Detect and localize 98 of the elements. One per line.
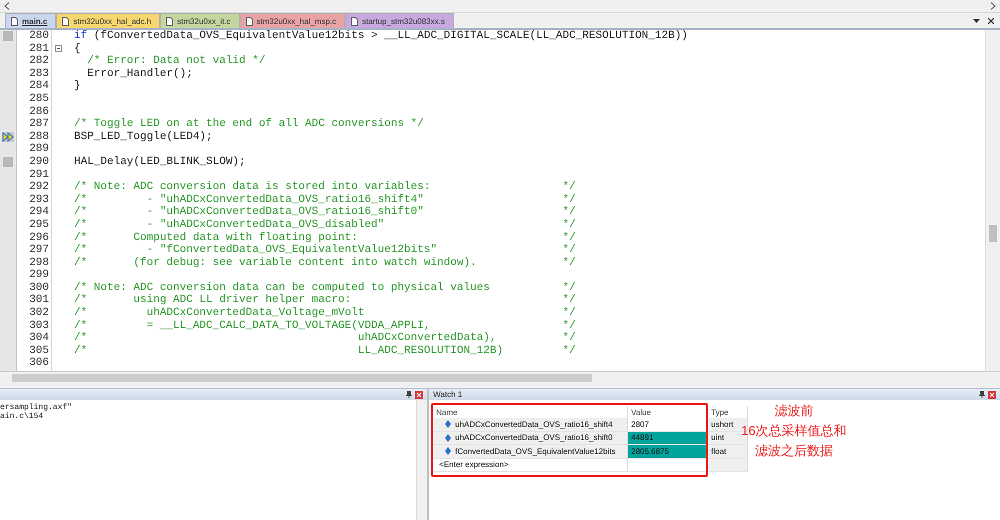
line-number: 280 bbox=[28, 30, 49, 43]
code-comment: /* - "fConvertedData_OVS_EquivalentValue12bits" bbox=[74, 244, 438, 257]
panel-title: Watch 1 bbox=[433, 390, 462, 399]
line-number: 302 bbox=[28, 307, 49, 320]
table-cell bbox=[708, 458, 748, 472]
code-comment: /* Error: Data not valid */ bbox=[86, 55, 266, 68]
line-number: 303 bbox=[28, 320, 49, 332]
annotation-text: 滤波之后数据 bbox=[754, 443, 833, 458]
code-line: { bbox=[74, 42, 81, 56]
bookmark-marker-icon bbox=[3, 157, 13, 168]
code-comment: /* - "uhADCxConvertedData_OVS_ratio16_shift4" bbox=[74, 194, 425, 206]
line-number: 286 bbox=[28, 106, 49, 118]
line-number: 305 bbox=[28, 344, 49, 358]
bookmark-marker-icon bbox=[3, 31, 13, 42]
line-number: 289 bbox=[28, 143, 49, 156]
comment-end: */ bbox=[562, 206, 576, 219]
line-number: 304 bbox=[28, 332, 49, 345]
dropdown-icon[interactable] bbox=[973, 19, 980, 23]
comment-end: */ bbox=[562, 307, 576, 320]
line-number: 285 bbox=[28, 92, 49, 106]
comment-end: */ bbox=[562, 194, 576, 206]
code-comment: /* using ADC LL driver helper macro: bbox=[74, 294, 352, 307]
file-icon bbox=[246, 16, 253, 26]
code-comment: /* uhADCxConvertedData_Voltage_mVolt bbox=[74, 307, 366, 320]
line-number: 284 bbox=[28, 80, 49, 93]
code-comment: /* Computed data with floating point: bbox=[74, 232, 359, 244]
code-comment: /* uhADCxConvertedData), bbox=[74, 332, 498, 345]
line-number: 306 bbox=[28, 357, 49, 370]
line-number: 291 bbox=[28, 168, 49, 182]
line-number: 282 bbox=[28, 55, 49, 68]
code-keyword: if bbox=[74, 30, 88, 42]
comment-end: */ bbox=[562, 218, 576, 232]
scroll-left-icon[interactable] bbox=[4, 2, 10, 10]
comment-end: */ bbox=[562, 344, 576, 358]
file-tab[interactable]: stm32u0xx_hal_adc.h bbox=[56, 13, 160, 28]
line-number: 301 bbox=[28, 294, 49, 308]
comment-end: */ bbox=[562, 332, 576, 345]
code-comment: /* Note: ADC conversion data is stored into variables: bbox=[74, 181, 432, 194]
table-cell: uhADCxConvertedData_OVS_ratio16_shift0 bbox=[433, 432, 628, 445]
output-line: ain.c\154 bbox=[0, 412, 44, 421]
file-icon bbox=[62, 16, 70, 26]
line-number: 290 bbox=[28, 156, 49, 169]
line-number: 295 bbox=[28, 218, 49, 232]
file-tab[interactable]: startup_stm32u083xx.s bbox=[345, 13, 454, 28]
horizontal-scrollbar[interactable] bbox=[0, 371, 1000, 384]
comment-end: */ bbox=[562, 256, 576, 270]
code-line: Error_Handler(); bbox=[86, 68, 193, 80]
table-cell: 2807 bbox=[628, 418, 708, 432]
line-number: 292 bbox=[28, 181, 49, 194]
file-tab[interactable]: stm32u0xx_hal_msp.c bbox=[240, 13, 346, 28]
table-cell: float bbox=[708, 445, 748, 458]
file-icon bbox=[11, 16, 18, 26]
code-comment: /* = __LL_ADC_CALC_DATA_TO_VOLTAGE(VDDA_APPLI, bbox=[74, 320, 432, 332]
line-number: 294 bbox=[28, 206, 49, 219]
line-number: 299 bbox=[28, 269, 49, 282]
code-comment: /* - "uhADCxConvertedData_OVS_ratio16_shift0" bbox=[74, 206, 425, 219]
vertical-scrollbar[interactable] bbox=[416, 400, 428, 520]
table-cell: 2805.6875 bbox=[628, 445, 708, 458]
comment-end: */ bbox=[562, 282, 576, 294]
code-comment: /* (for debug: see variable content into watch window). bbox=[74, 256, 478, 270]
file-tab[interactable]: stm32u0xx_it.c bbox=[160, 13, 240, 28]
code-line: HAL_Delay(LED_BLINK_SLOW); bbox=[74, 156, 246, 169]
scroll-right-icon[interactable] bbox=[990, 2, 996, 10]
table-cell: fConvertedData_OVS_EquivalentValue12bits bbox=[433, 445, 628, 458]
line-number: 298 bbox=[28, 256, 49, 270]
line-number: 281 bbox=[28, 42, 49, 56]
code-comment: /* Note: ADC conversion data can be computed to physical values bbox=[74, 282, 491, 294]
file-icon bbox=[166, 16, 174, 26]
file-icon bbox=[351, 16, 358, 26]
line-number: 288 bbox=[28, 130, 49, 144]
output-line: ersampling.axf" bbox=[0, 403, 74, 412]
line-number: 287 bbox=[28, 118, 49, 131]
pin-icon[interactable] bbox=[979, 391, 985, 398]
code-line: (fConvertedData_OVS_EquivalentValue12bits > __LL_ADC_DIGITAL_SCALE(LL_ADC_RESOLUTION_12B)) bbox=[94, 30, 688, 43]
line-number: 293 bbox=[28, 194, 49, 206]
code-comment: /* - "uhADCxConvertedData_OVS_disabled" bbox=[74, 218, 386, 232]
table-cell: uhADCxConvertedData_OVS_ratio16_shift4 bbox=[433, 418, 628, 432]
code-comment: /* LL_ADC_RESOLUTION_12B) bbox=[74, 344, 504, 358]
line-number: 296 bbox=[28, 232, 49, 244]
line-number: 300 bbox=[28, 282, 49, 294]
close-icon[interactable] bbox=[988, 18, 994, 24]
line-number: 283 bbox=[28, 68, 49, 80]
line-number: 297 bbox=[28, 244, 49, 257]
fold-icon[interactable] bbox=[54, 45, 62, 52]
code-line: BSP_LED_Toggle(LED4); bbox=[74, 130, 213, 144]
pin-icon[interactable] bbox=[406, 391, 412, 398]
annotation-text: 滤波前 bbox=[774, 403, 814, 418]
file-tab[interactable]: main.c bbox=[5, 13, 56, 28]
comment-end: */ bbox=[562, 244, 576, 257]
expression-field[interactable]: <Enter expression> bbox=[433, 458, 628, 472]
comment-end: */ bbox=[562, 320, 576, 332]
table-cell: 44891 bbox=[628, 432, 708, 445]
vertical-scrollbar[interactable] bbox=[985, 30, 1000, 371]
comment-end: */ bbox=[562, 181, 576, 194]
code-line: } bbox=[74, 80, 81, 93]
comment-end: */ bbox=[562, 294, 576, 307]
comment-end: */ bbox=[562, 232, 576, 244]
code-comment: /* Toggle LED on at the end of all ADC conversions */ bbox=[74, 118, 424, 131]
